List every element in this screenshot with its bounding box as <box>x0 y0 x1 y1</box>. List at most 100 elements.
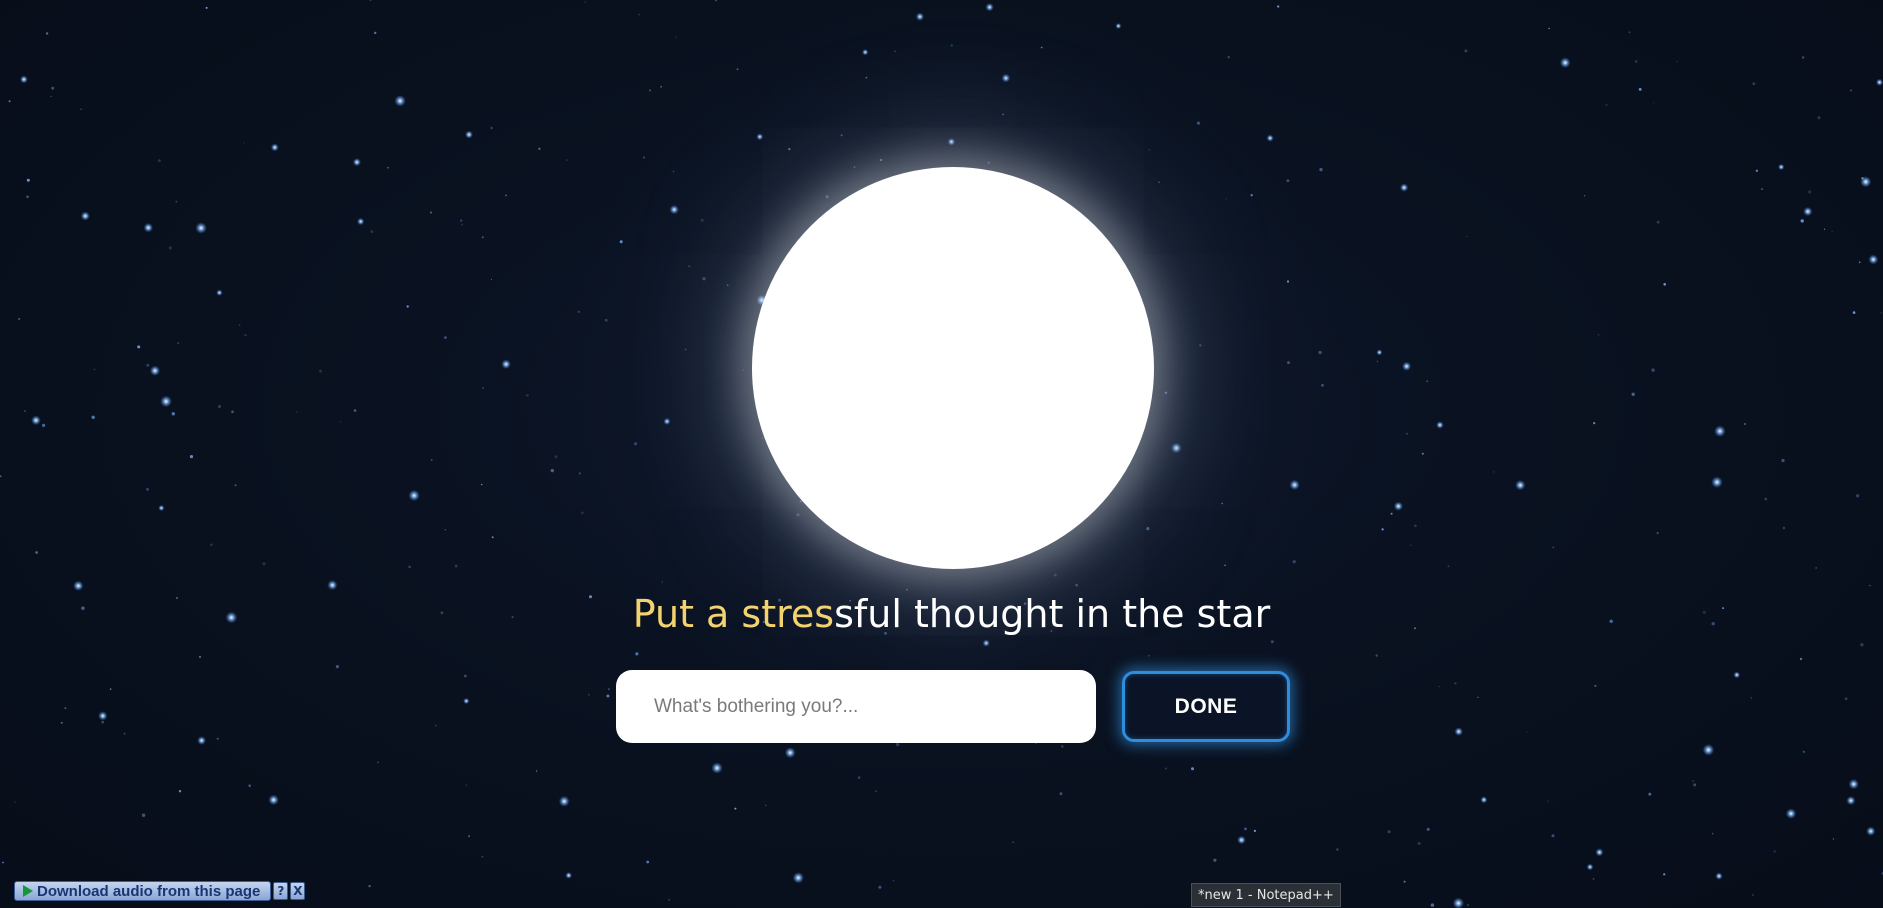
star-dot <box>26 195 29 199</box>
star-dot <box>26 178 30 182</box>
star-dot <box>550 468 554 473</box>
star-dot <box>160 395 173 408</box>
close-icon[interactable]: X <box>290 882 306 900</box>
star-dot <box>1270 640 1274 644</box>
star-dot <box>1869 584 1871 587</box>
star-dot <box>168 246 172 250</box>
star-dot <box>734 807 737 810</box>
star-dot <box>765 804 767 806</box>
star-dot <box>1628 31 1631 34</box>
star-dot <box>465 130 473 139</box>
star-dot <box>1426 380 1428 382</box>
star-dot <box>1799 657 1803 661</box>
star-dot <box>444 336 447 339</box>
star-dot <box>1586 863 1594 871</box>
star-dot <box>1454 682 1457 685</box>
star-dot <box>1466 236 1468 238</box>
star-dot <box>1752 82 1756 85</box>
star-dot <box>1464 49 1468 53</box>
star-dot <box>1815 567 1817 569</box>
star-dot <box>463 697 470 705</box>
star-dot <box>143 222 154 233</box>
star-dot <box>1844 697 1848 700</box>
star-dot <box>0 475 2 478</box>
star-dot <box>465 784 468 786</box>
star-dot <box>1466 904 1470 907</box>
star-dot <box>638 13 640 16</box>
star-dot <box>408 489 420 502</box>
star-dot <box>1850 89 1852 92</box>
star-dot <box>1638 88 1642 91</box>
star-dot <box>1855 494 1860 498</box>
star-dot <box>896 743 900 747</box>
star-dot <box>197 736 207 745</box>
star-dot <box>1802 750 1806 753</box>
star-dot <box>177 342 179 344</box>
star-dot <box>51 86 55 90</box>
star-dot <box>1631 392 1635 396</box>
star-dot <box>45 32 49 35</box>
star-dot <box>80 211 90 221</box>
star-dot <box>1414 524 1417 528</box>
stress-star-orb[interactable] <box>752 167 1154 569</box>
star-dot <box>1778 163 1785 171</box>
star-dot <box>216 289 223 296</box>
star-dot <box>1244 827 1247 831</box>
star-dot <box>50 95 52 98</box>
star-dot <box>1227 56 1230 59</box>
star-dot <box>463 674 467 678</box>
star-dot <box>31 415 41 426</box>
star-dot <box>558 795 570 807</box>
star-dot <box>1060 745 1064 748</box>
star-dot <box>141 813 146 817</box>
star-dot <box>1715 872 1723 880</box>
star-dot <box>1656 532 1659 534</box>
star-dot <box>123 733 126 735</box>
star-dot <box>23 410 26 413</box>
star-dot <box>1781 458 1785 463</box>
star-dot <box>1477 696 1479 699</box>
star-dot <box>1733 671 1741 679</box>
star-dot <box>146 487 149 491</box>
star-dot <box>73 580 84 591</box>
star-dot <box>501 359 511 370</box>
star-dot <box>1399 183 1409 192</box>
star-dot <box>353 409 357 412</box>
star-dot <box>1447 565 1450 568</box>
star-dot <box>1663 283 1666 286</box>
star-dot <box>1711 832 1714 835</box>
star-dot <box>387 166 389 169</box>
star-dot <box>1761 188 1763 190</box>
star-dot <box>1059 792 1063 796</box>
star-dot <box>1663 873 1666 876</box>
star-dot <box>248 784 251 787</box>
star-dot <box>1480 796 1488 804</box>
starry-scene: Put a stressful thought in the star DONE… <box>0 0 1883 908</box>
star-dot <box>178 790 182 793</box>
star-dot <box>1605 104 1608 107</box>
help-button[interactable]: ? <box>273 882 289 900</box>
star-dot <box>430 459 433 461</box>
download-audio-button[interactable]: Download audio from this page <box>14 881 272 901</box>
star-dot <box>244 334 247 337</box>
star-dot <box>892 879 895 882</box>
star-dot <box>1213 858 1217 862</box>
star-dot <box>1594 684 1597 687</box>
star-dot <box>1848 778 1859 790</box>
star-dot <box>490 126 494 130</box>
star-dot <box>1860 176 1872 188</box>
star-dot <box>635 652 639 656</box>
star-dot <box>1823 228 1826 230</box>
star-dot <box>535 770 538 772</box>
star-dot <box>1583 195 1586 197</box>
star-dot <box>1592 878 1595 880</box>
done-button[interactable]: DONE <box>1122 671 1290 742</box>
star-dot <box>374 31 377 35</box>
star-dot <box>1597 334 1600 336</box>
star-dot <box>1410 544 1412 546</box>
star-dot <box>1237 835 1246 845</box>
star-dot <box>238 324 241 327</box>
star-dot <box>352 158 361 167</box>
thought-input[interactable] <box>616 670 1096 743</box>
page-title-rest: sful thought in the star <box>834 592 1271 636</box>
